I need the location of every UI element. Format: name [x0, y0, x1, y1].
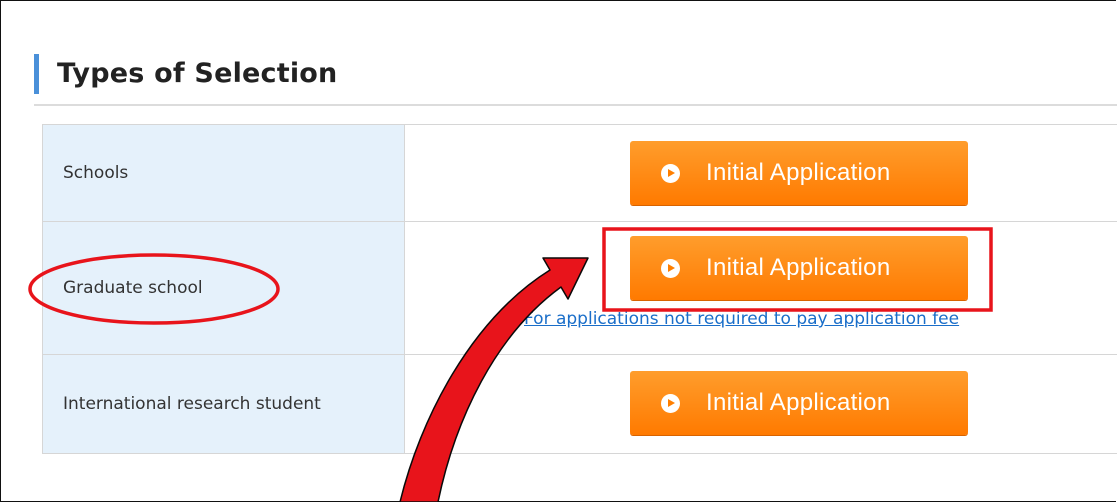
- play-circle-icon: [661, 163, 680, 183]
- initial-application-button-international-research-student[interactable]: Initial Application: [630, 371, 968, 435]
- initial-application-button-schools[interactable]: Initial Application: [630, 141, 968, 205]
- table-row: Graduate school Initial Application For …: [42, 221, 1117, 355]
- action-cell: Initial Application: [404, 354, 1117, 454]
- action-cell: Initial Application: [404, 124, 1117, 222]
- link-bullet-icon: [507, 313, 518, 325]
- table-row: Schools Initial Application: [42, 124, 1117, 222]
- button-label: Initial Application: [706, 254, 891, 281]
- table-row: International research student Initial A…: [42, 354, 1117, 454]
- play-circle-icon: [661, 393, 680, 413]
- play-circle-icon: [661, 258, 680, 278]
- section-title: Types of Selection: [57, 58, 338, 89]
- section-accent-bar: [34, 54, 39, 94]
- no-fee-application-link[interactable]: For applications not required to pay app…: [507, 309, 959, 329]
- button-label: Initial Application: [706, 159, 891, 186]
- button-label: Initial Application: [706, 389, 891, 416]
- initial-application-button-graduate-school[interactable]: Initial Application: [630, 236, 968, 300]
- selection-types-table: Schools Initial Application Graduate sch…: [42, 124, 1117, 454]
- row-label-graduate-school: Graduate school: [42, 221, 405, 355]
- no-fee-link-text: For applications not required to pay app…: [524, 309, 960, 329]
- row-label-schools: Schools: [42, 124, 405, 222]
- section-header: Types of Selection: [34, 46, 1117, 106]
- action-cell: Initial Application For applications not…: [404, 221, 1117, 355]
- row-label-international-research-student: International research student: [42, 354, 405, 454]
